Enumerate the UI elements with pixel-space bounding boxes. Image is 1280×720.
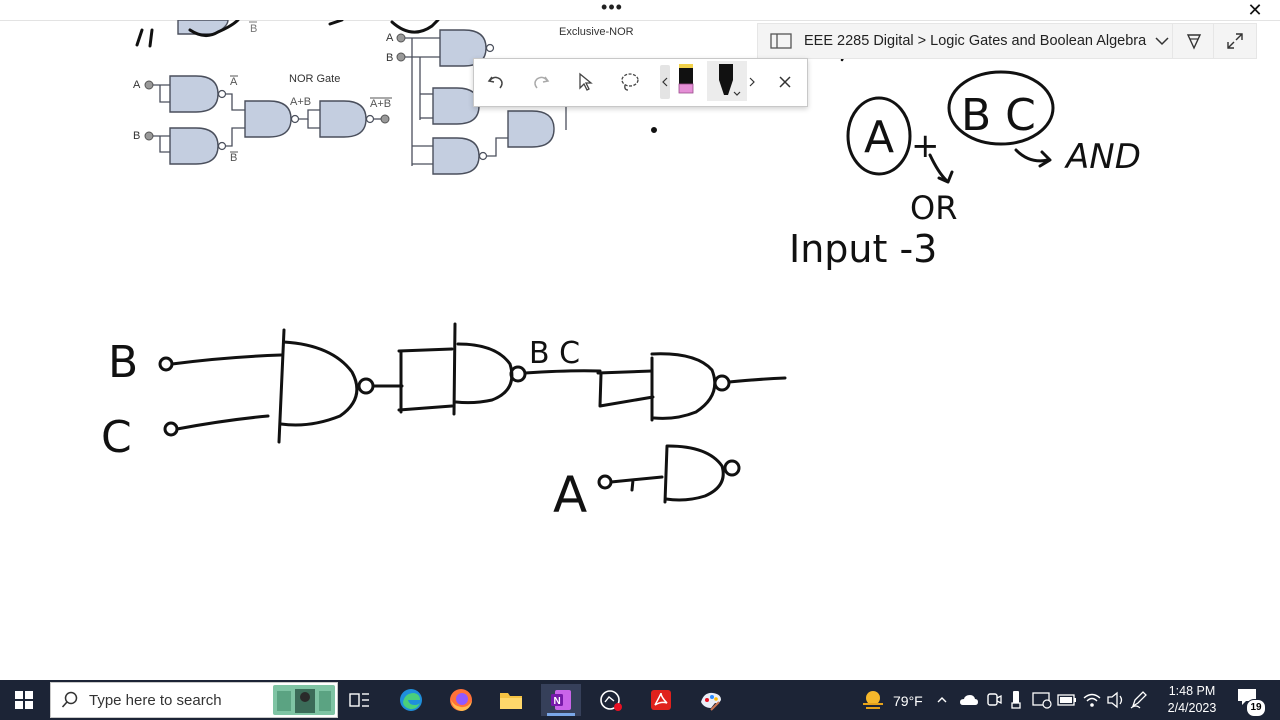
note-canvas[interactable]: B A A B B NOR Gate A+B A+B Exclusive-NOR… xyxy=(0,20,1280,680)
pen-filter-icon xyxy=(1186,34,1202,50)
expand-icon xyxy=(1227,33,1243,49)
expr-bc: B C xyxy=(961,90,1036,141)
section-breadcrumb[interactable]: EEE 2285 Digital > Logic Gates and Boole… xyxy=(757,23,1173,59)
highlighter-icon xyxy=(678,64,694,94)
lasso-button[interactable] xyxy=(615,67,645,97)
svg-text:B: B xyxy=(250,23,257,35)
notebook-icon xyxy=(770,33,792,49)
edge-icon xyxy=(400,689,422,711)
cursor-icon xyxy=(579,72,593,91)
pdf-icon xyxy=(651,690,671,710)
label-a-bar: A xyxy=(230,76,238,88)
taskbar: Type here to search N 79°F 1:48 PM 2/4/2… xyxy=(0,680,1280,720)
nor-gate-title: NOR Gate xyxy=(289,73,340,85)
label-b: B xyxy=(133,130,140,142)
search-highlight-icon xyxy=(277,689,331,713)
close-icon xyxy=(779,76,791,88)
onedrive-cloud-icon[interactable] xyxy=(959,692,979,708)
breadcrumb-text[interactable]: EEE 2285 Digital > Logic Gates and Boole… xyxy=(804,33,1146,49)
windows-logo-icon xyxy=(15,691,33,709)
wifi-icon[interactable] xyxy=(1082,691,1102,709)
svg-text:N: N xyxy=(554,696,561,707)
onenote-icon: N xyxy=(551,690,571,710)
palette-icon xyxy=(701,692,721,711)
lasso-icon xyxy=(621,73,639,91)
onenote-button[interactable]: N xyxy=(541,684,581,716)
weather-widget[interactable] xyxy=(856,684,890,716)
file-explorer-button[interactable] xyxy=(491,684,531,716)
search-icon xyxy=(61,691,78,708)
meet-now-icon[interactable] xyxy=(986,691,1002,709)
xnor-label-a: A xyxy=(386,32,394,44)
black-pen-selected[interactable] xyxy=(707,61,747,101)
redo-icon xyxy=(534,76,550,89)
acrobat-button[interactable] xyxy=(641,684,681,716)
task-view-icon xyxy=(349,693,369,707)
folder-icon xyxy=(500,693,522,709)
hand-drawn-nand-circuit xyxy=(158,127,787,504)
system-clock[interactable]: 1:48 PM 2/4/2023 xyxy=(1150,683,1234,717)
ink-to-shape-button[interactable] xyxy=(1172,23,1216,59)
undo-button[interactable] xyxy=(481,67,511,97)
expand-button[interactable] xyxy=(1213,23,1257,59)
b-input-label: B xyxy=(108,337,138,388)
select-button[interactable] xyxy=(570,67,600,97)
window-menu-dots[interactable]: ••• xyxy=(596,0,628,18)
task-view-button[interactable] xyxy=(340,684,380,716)
undo-icon xyxy=(487,76,503,89)
and-label: AND xyxy=(1064,137,1141,177)
label-a-plus-b-bar: A+B xyxy=(370,98,391,110)
label-a-plus-b: A+B xyxy=(290,96,311,108)
bc-label: B C xyxy=(529,336,580,371)
scroll-left-button[interactable] xyxy=(660,65,670,99)
highlighter-pen[interactable] xyxy=(674,62,698,100)
screen-tool-button[interactable] xyxy=(591,684,631,716)
expr-plus: + xyxy=(911,126,940,166)
close-toolbar-button[interactable] xyxy=(770,67,800,97)
label-a: A xyxy=(133,79,141,91)
sun-haze-icon xyxy=(863,691,883,709)
volume-icon[interactable] xyxy=(1106,691,1126,709)
c-input-label: C xyxy=(101,412,132,463)
firefox-button[interactable] xyxy=(441,684,481,716)
a-input-label: A xyxy=(553,466,587,524)
pen-menu-icon[interactable] xyxy=(1130,691,1148,709)
firefox-icon xyxy=(450,689,472,711)
expr-a: A xyxy=(864,112,894,163)
search-highlight-image xyxy=(273,685,335,715)
edge-browser-button[interactable] xyxy=(391,684,431,716)
chevron-right-icon xyxy=(749,77,755,87)
weather-temperature[interactable]: 79°F xyxy=(893,693,923,709)
xnor-label-b: B xyxy=(386,52,393,64)
clock-time: 1:48 PM xyxy=(1168,684,1216,698)
xnor-title: Exclusive-NOR xyxy=(559,26,634,38)
notification-count-badge: 19 xyxy=(1246,699,1266,717)
battery-icon[interactable] xyxy=(1057,693,1077,707)
capture-icon xyxy=(600,690,622,711)
paint-app-button[interactable] xyxy=(691,684,731,716)
usb-drive-icon[interactable] xyxy=(1010,690,1022,710)
redo-button[interactable] xyxy=(526,67,556,97)
start-button[interactable] xyxy=(4,684,44,716)
taskbar-search-box[interactable]: Type here to search xyxy=(50,682,338,718)
scroll-right-button[interactable] xyxy=(747,72,757,92)
window-top-bar: ••• ✕ xyxy=(0,0,1280,21)
clock-date: 2/4/2023 xyxy=(1167,701,1217,715)
chevron-up-icon[interactable] xyxy=(936,692,948,708)
or-label: OR xyxy=(910,189,957,227)
display-settings-icon[interactable] xyxy=(1032,691,1052,709)
window-close-button[interactable]: ✕ xyxy=(1244,1,1266,19)
notification-center-button[interactable]: 19 xyxy=(1236,686,1266,717)
pen-icon xyxy=(719,64,741,96)
chevron-down-icon[interactable] xyxy=(1154,36,1170,46)
chevron-left-icon xyxy=(662,77,668,87)
label-b-bar: B xyxy=(230,152,237,164)
onenote-active-indicator xyxy=(547,713,575,716)
input-label: Input -3 xyxy=(789,227,937,271)
search-placeholder: Type here to search xyxy=(89,691,222,709)
ink-toolbar xyxy=(473,58,808,107)
handwritten-text: A + B C AND OR Input -3 B C B C A xyxy=(101,90,1141,524)
